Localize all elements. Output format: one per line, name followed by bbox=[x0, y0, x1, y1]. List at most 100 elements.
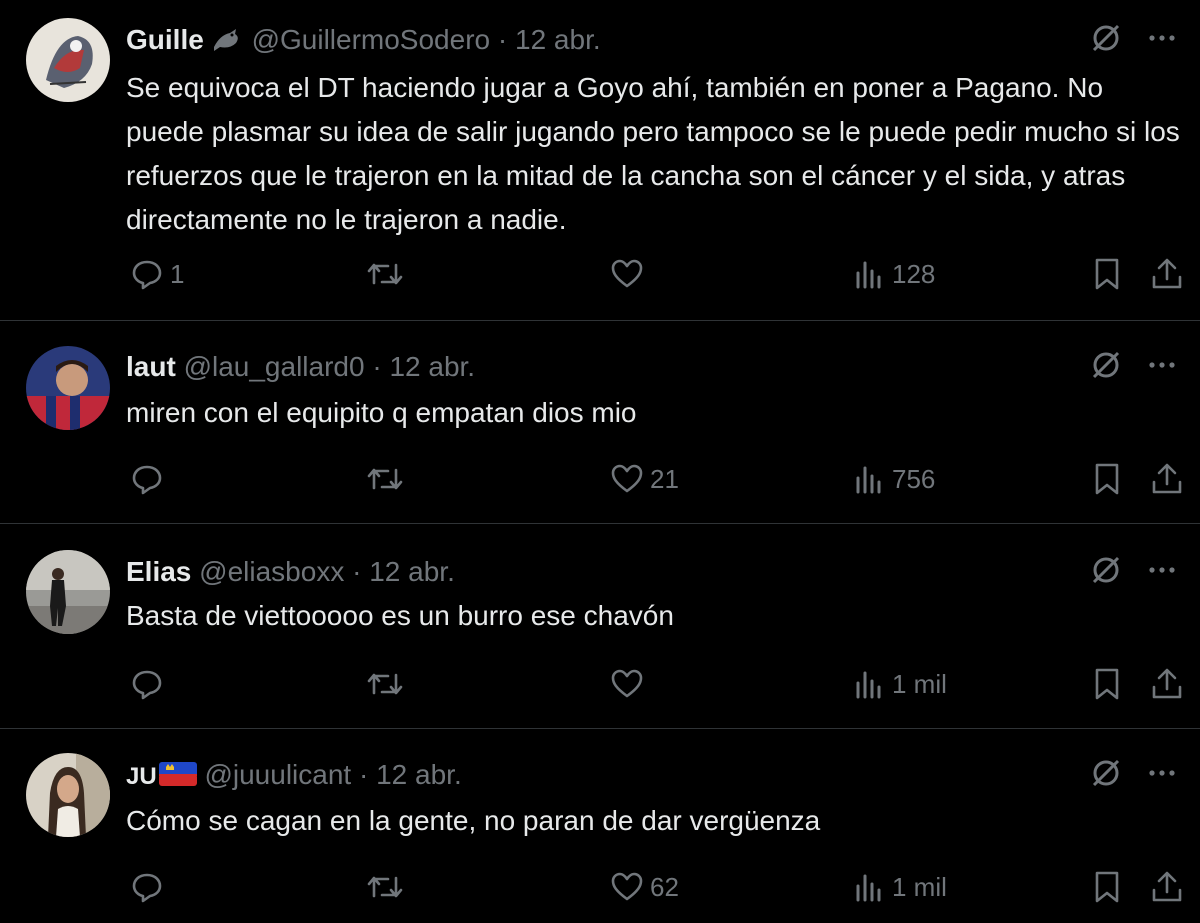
retweet-button[interactable] bbox=[366, 867, 410, 907]
like-button[interactable]: 21 bbox=[610, 459, 679, 499]
share-icon bbox=[1150, 257, 1184, 291]
tweet-top-actions bbox=[1090, 349, 1178, 381]
retweet-icon bbox=[366, 870, 404, 904]
user-handle[interactable]: @GuillermoSodero bbox=[252, 24, 491, 55]
flag-icon bbox=[158, 760, 197, 797]
retweet-icon bbox=[366, 667, 404, 701]
view-count: 1 mil bbox=[892, 668, 947, 699]
reply-icon bbox=[130, 462, 164, 496]
retweet-button[interactable] bbox=[366, 664, 410, 704]
more-options-icon[interactable] bbox=[1146, 22, 1178, 54]
like-button[interactable] bbox=[610, 254, 650, 294]
tweet-text: Se equivoca el DT haciendo jugar a Goyo … bbox=[126, 72, 1180, 235]
views-button[interactable]: 128 bbox=[854, 254, 935, 294]
view-count: 1 mil bbox=[892, 871, 947, 902]
bookmark-icon bbox=[1092, 257, 1122, 291]
share-button[interactable] bbox=[1150, 664, 1184, 704]
grok-icon[interactable] bbox=[1090, 22, 1122, 54]
timestamp[interactable]: 12 abr. bbox=[369, 556, 455, 587]
tweet[interactable]: Guille @GuillermoSodero · 12 abr. Se equ… bbox=[0, 0, 1200, 321]
tweet-actions: 62 1 mil bbox=[126, 867, 1182, 907]
reply-button[interactable]: 1 bbox=[130, 254, 184, 294]
tweet-header: laut @lau_gallard0 · 12 abr. bbox=[126, 349, 475, 385]
tweet-header: Elias @eliasboxx · 12 abr. bbox=[126, 554, 455, 590]
reply-icon bbox=[130, 870, 164, 904]
bird-icon bbox=[210, 25, 244, 62]
reply-icon bbox=[130, 667, 164, 701]
timestamp[interactable]: 12 abr. bbox=[515, 24, 601, 55]
tweet[interactable]: laut @lau_gallard0 · 12 abr. miren con e… bbox=[0, 321, 1200, 524]
separator: · bbox=[497, 24, 508, 55]
share-icon bbox=[1150, 870, 1184, 904]
views-icon bbox=[854, 462, 886, 496]
like-count: 21 bbox=[650, 463, 679, 494]
bookmark-icon bbox=[1092, 667, 1122, 701]
view-count: 128 bbox=[892, 258, 936, 289]
tweet-header: Guille @GuillermoSodero · 12 abr. bbox=[126, 22, 601, 62]
bookmark-button[interactable] bbox=[1092, 867, 1122, 907]
user-handle[interactable]: @eliasboxx bbox=[199, 556, 344, 587]
views-icon bbox=[854, 257, 886, 291]
tweet-actions: 21 756 bbox=[126, 459, 1182, 499]
grok-icon[interactable] bbox=[1090, 554, 1122, 586]
separator: · bbox=[372, 351, 382, 382]
tweet-top-actions bbox=[1090, 554, 1178, 586]
tweet[interactable]: JU @juuulicant · 12 abr. Cómo se cagan e… bbox=[0, 729, 1200, 923]
user-handle[interactable]: @lau_gallard0 bbox=[184, 351, 365, 382]
more-options-icon[interactable] bbox=[1146, 349, 1178, 381]
avatar-photo-icon bbox=[26, 550, 110, 634]
reply-button[interactable] bbox=[130, 459, 170, 499]
reply-icon bbox=[130, 257, 164, 291]
view-count: 756 bbox=[892, 463, 936, 494]
retweet-button[interactable] bbox=[366, 254, 410, 294]
grok-icon[interactable] bbox=[1090, 349, 1122, 381]
avatar[interactable] bbox=[26, 18, 110, 102]
tweet-text: Cómo se cagan en la gente, no paran de d… bbox=[126, 805, 821, 836]
tweet-header: JU @juuulicant · 12 abr. bbox=[126, 757, 462, 797]
views-button[interactable]: 1 mil bbox=[854, 867, 947, 907]
retweet-icon bbox=[366, 257, 404, 291]
share-button[interactable] bbox=[1150, 459, 1184, 499]
separator: · bbox=[352, 556, 362, 587]
bookmark-icon bbox=[1092, 462, 1122, 496]
avatar[interactable] bbox=[26, 753, 110, 837]
avatar[interactable] bbox=[26, 550, 110, 634]
share-button[interactable] bbox=[1150, 867, 1184, 907]
reply-button[interactable] bbox=[130, 867, 170, 907]
heart-icon bbox=[610, 667, 644, 701]
more-options-icon[interactable] bbox=[1146, 554, 1178, 586]
share-icon bbox=[1150, 667, 1184, 701]
heart-icon bbox=[610, 462, 644, 496]
views-icon bbox=[854, 667, 886, 701]
bookmark-button[interactable] bbox=[1092, 459, 1122, 499]
reply-count: 1 bbox=[170, 258, 185, 289]
retweet-button[interactable] bbox=[366, 459, 410, 499]
separator: · bbox=[358, 759, 369, 790]
more-options-icon[interactable] bbox=[1146, 757, 1178, 789]
share-icon bbox=[1150, 462, 1184, 496]
bookmark-button[interactable] bbox=[1092, 254, 1122, 294]
avatar-photo-icon bbox=[26, 753, 110, 837]
display-name[interactable]: laut bbox=[126, 351, 176, 382]
like-button[interactable]: 62 bbox=[610, 867, 679, 907]
user-handle[interactable]: @juuulicant bbox=[204, 759, 351, 790]
tweet-text: Basta de viettooooo es un burro ese chav… bbox=[126, 600, 674, 631]
reply-button[interactable] bbox=[130, 664, 170, 704]
tweet-top-actions bbox=[1090, 22, 1178, 54]
timestamp[interactable]: 12 abr. bbox=[376, 759, 462, 790]
bookmark-button[interactable] bbox=[1092, 664, 1122, 704]
grok-icon[interactable] bbox=[1090, 757, 1122, 789]
like-button[interactable] bbox=[610, 664, 650, 704]
display-name[interactable]: JU bbox=[126, 763, 157, 790]
views-icon bbox=[854, 870, 886, 904]
tweet[interactable]: Elias @eliasboxx · 12 abr. Basta de viet… bbox=[0, 524, 1200, 729]
views-button[interactable]: 756 bbox=[854, 459, 935, 499]
tweet-text: miren con el equipito q empatan dios mio bbox=[126, 397, 637, 428]
retweet-icon bbox=[366, 462, 404, 496]
display-name[interactable]: Guille bbox=[126, 24, 204, 55]
timestamp[interactable]: 12 abr. bbox=[389, 351, 475, 382]
avatar[interactable] bbox=[26, 346, 110, 430]
share-button[interactable] bbox=[1150, 254, 1184, 294]
display-name[interactable]: Elias bbox=[126, 556, 191, 587]
views-button[interactable]: 1 mil bbox=[854, 664, 947, 704]
